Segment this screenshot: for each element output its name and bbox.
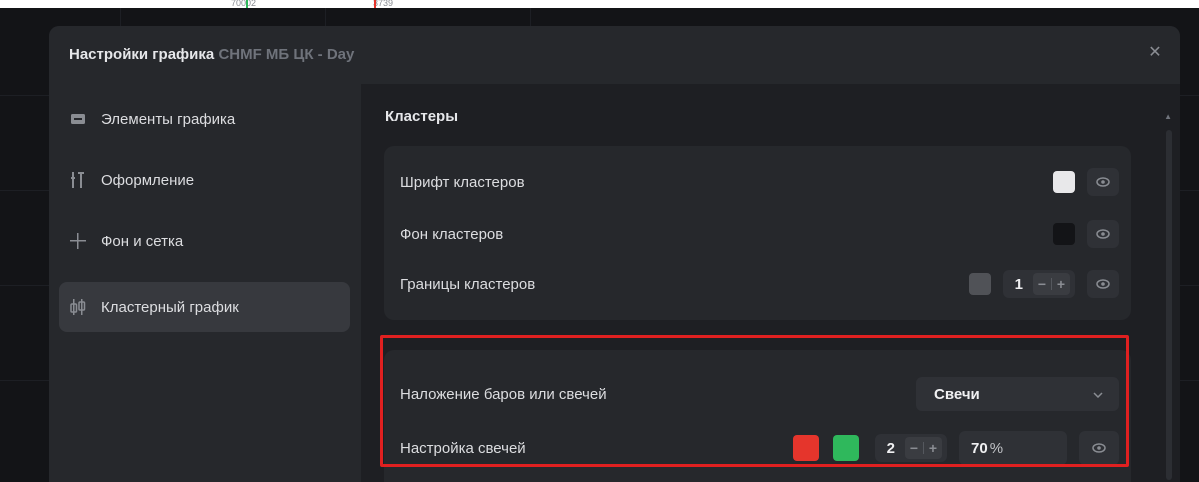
row-label: Настройка свечей [400, 439, 526, 457]
dialog-title-main: Настройки графика [69, 46, 215, 63]
border-width-value: 1 [1014, 275, 1023, 293]
chevron-down-icon [1093, 385, 1103, 403]
opacity-value: 70 [971, 439, 988, 457]
clusters-card: Шрифт кластеров Фон кластеров Границы кл… [384, 146, 1131, 320]
row-label: Наложение баров или свечей [400, 385, 607, 403]
row-cluster-background: Фон кластеров [400, 218, 1119, 250]
sidebar-item-label: Элементы графика [101, 110, 236, 128]
candles-card: Наложение баров или свечей Свечи Настрой… [384, 350, 1131, 482]
candle-opacity-input[interactable]: 70 % [959, 431, 1067, 465]
cluster-font-color-swatch[interactable] [1053, 171, 1075, 193]
sidebar-item-design[interactable]: Оформление [59, 155, 350, 205]
sidebar-item-label: Фон и сетка [101, 232, 184, 250]
eye-icon[interactable] [1087, 168, 1119, 196]
axis-mark-red [374, 0, 376, 8]
row-bar-overlay: Наложение баров или свечей Свечи [400, 377, 1119, 411]
stepper-buttons: − + [905, 437, 942, 459]
chart-elements-icon [69, 110, 87, 128]
candle-up-color-swatch[interactable] [832, 435, 859, 461]
dialog-title-instrument: CHMF МБ ЦК - Day [218, 46, 355, 63]
cluster-background-color-swatch[interactable] [1053, 223, 1075, 245]
design-icon [69, 171, 87, 189]
row-cluster-font: Шрифт кластеров [400, 166, 1119, 198]
stepper-buttons: − + [1033, 273, 1070, 295]
axis-tick-label: 70002 [231, 0, 257, 8]
eye-icon[interactable] [1079, 431, 1119, 465]
scrollbar[interactable] [1166, 130, 1172, 480]
close-icon[interactable]: ✕ [1144, 42, 1166, 64]
section-title-clusters: Кластеры [385, 108, 459, 125]
axis-mark-green [246, 0, 248, 8]
dialog-header: Настройки графика CHMF МБ ЦК - Day ✕ [49, 26, 1180, 84]
plus-icon[interactable]: + [924, 440, 942, 456]
candle-down-color-swatch[interactable] [792, 435, 819, 461]
cluster-chart-icon [69, 298, 87, 316]
border-width-stepper[interactable]: 1 − + [1002, 270, 1075, 298]
sidebar-item-cluster-chart[interactable]: Кластерный график [59, 282, 350, 332]
row-label: Шрифт кластеров [400, 173, 525, 191]
candle-width-stepper[interactable]: 2 − + [874, 434, 947, 462]
row-cluster-borders: Границы кластеров 1 − + [400, 268, 1119, 300]
cluster-border-color-swatch[interactable] [968, 273, 991, 295]
eye-icon[interactable] [1087, 270, 1119, 298]
top-strip [0, 0, 1199, 8]
eye-icon[interactable] [1087, 220, 1119, 248]
axis-tick-label: 3739 [373, 0, 394, 8]
plus-icon[interactable]: + [1052, 276, 1070, 292]
sidebar-item-background-grid[interactable]: Фон и сетка [59, 216, 350, 266]
overlay-type-select[interactable]: Свечи [916, 377, 1119, 411]
settings-content: Кластеры Шрифт кластеров Фон кластеров Г… [361, 84, 1180, 482]
sidebar-item-label: Кластерный график [101, 298, 239, 316]
opacity-unit: % [989, 439, 1004, 457]
scroll-up-icon[interactable]: ▲ [1164, 112, 1172, 121]
row-label: Фон кластеров [400, 225, 504, 243]
row-candle-setup: Настройка свечей 2 − + 70 % [400, 431, 1119, 465]
sidebar-item-chart-elements[interactable]: Элементы графика [59, 94, 350, 144]
minus-icon[interactable]: − [905, 440, 923, 456]
settings-sidebar: Элементы графика Оформление Фон и сетка … [49, 84, 361, 482]
chart-settings-dialog: Настройки графика CHMF МБ ЦК - Day ✕ Эле… [49, 26, 1180, 482]
dialog-title: Настройки графика CHMF МБ ЦК - Day [69, 46, 354, 63]
overlay-type-value: Свечи [934, 385, 980, 403]
candle-width-value: 2 [886, 439, 895, 457]
grid-icon [69, 232, 87, 250]
sidebar-item-label: Оформление [101, 171, 195, 189]
minus-icon[interactable]: − [1033, 276, 1051, 292]
row-label: Границы кластеров [400, 275, 536, 293]
